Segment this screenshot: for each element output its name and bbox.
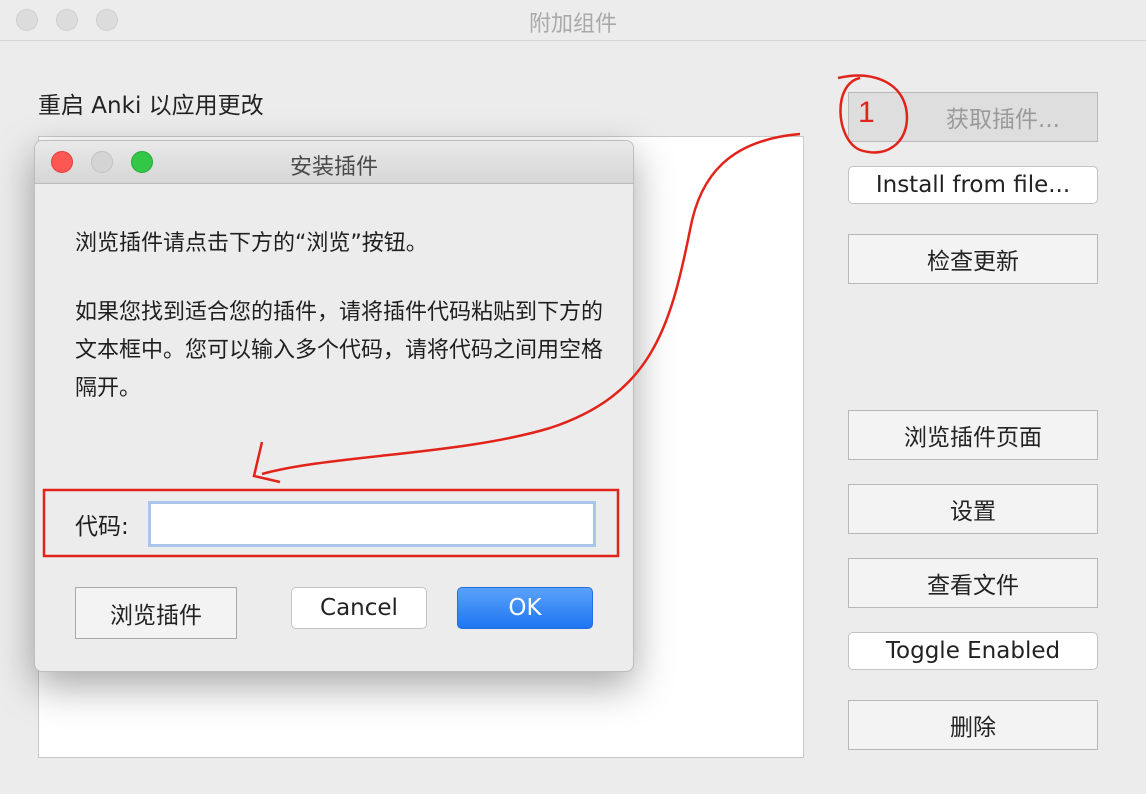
browse-addons-button[interactable]: 浏览插件 (75, 587, 237, 639)
code-input[interactable] (148, 501, 596, 547)
window-title: 附加组件 (528, 12, 617, 37)
get-addons-button[interactable]: 获取插件... (848, 92, 1098, 142)
install-addon-dialog: 安装插件 浏览插件请点击下方的“浏览”按钮。 如果您找到适合您的插件，请将插件代… (34, 140, 634, 672)
check-updates-button[interactable]: 检查更新 (848, 234, 1098, 284)
toggle-enabled-button[interactable]: Toggle Enabled (848, 632, 1098, 670)
cancel-button[interactable]: Cancel (291, 587, 427, 629)
restart-label: 重启 Anki 以应用更改 (38, 93, 264, 119)
install-from-file-button[interactable]: Install from file... (848, 166, 1098, 204)
view-files-button[interactable]: 查看文件 (848, 558, 1098, 608)
browse-addons-page-button[interactable]: 浏览插件页面 (848, 410, 1098, 460)
dialog-instructions-browse: 浏览插件请点击下方的“浏览”按钮。 (75, 231, 428, 256)
dialog-title: 安装插件 (289, 155, 378, 180)
delete-button[interactable]: 删除 (848, 700, 1098, 750)
dialog-instructions-code: 如果您找到适合您的插件，请将插件代码粘贴到下方的文本框中。您可以输入多个代码，请… (75, 300, 604, 401)
annotation-step-number: 1 (858, 96, 875, 129)
dialog-titlebar: 安装插件 (35, 141, 633, 184)
code-label: 代码: (75, 514, 129, 540)
settings-button[interactable]: 设置 (848, 484, 1098, 534)
window-titlebar: 附加组件 (0, 0, 1146, 41)
ok-button[interactable]: OK (457, 587, 593, 629)
